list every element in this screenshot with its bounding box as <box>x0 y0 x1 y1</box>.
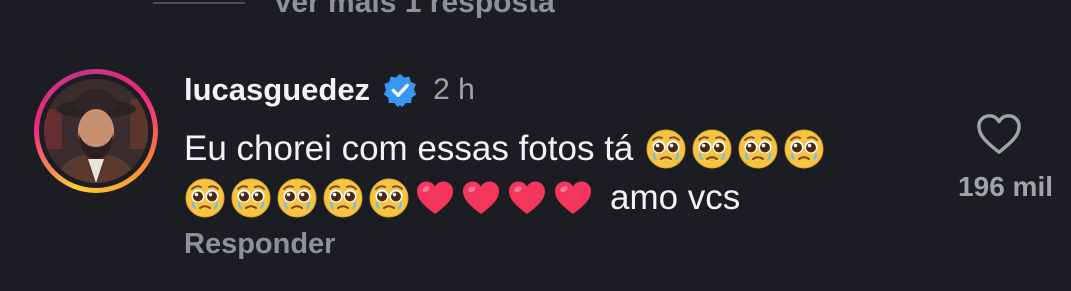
red-heart-emoji <box>506 177 548 219</box>
verified-badge-icon <box>382 72 418 108</box>
view-more-replies-button[interactable]: Ver mais 1 resposta <box>273 0 555 20</box>
like-button[interactable] <box>976 112 1022 156</box>
pleading-face-emoji <box>368 177 410 219</box>
pleading-face-emoji <box>645 128 687 170</box>
username-link[interactable]: lucasguedez <box>184 72 370 108</box>
comment-text-line-2: amo vcs <box>610 178 741 217</box>
pleading-face-emoji <box>276 177 318 219</box>
like-count: 196 mil <box>958 171 1053 202</box>
avatar[interactable] <box>34 69 158 193</box>
red-heart-emoji <box>552 177 594 219</box>
heart-outline-icon <box>977 114 1021 154</box>
comment-timestamp: 2 h <box>433 73 475 106</box>
pleading-face-emoji <box>783 128 825 170</box>
red-heart-emoji <box>460 177 502 219</box>
avatar-ring-gap <box>39 74 153 188</box>
comment-text: Eu chorei com essas fotos tá amo vcs <box>184 124 904 222</box>
thread-connector-line <box>153 2 245 4</box>
avatar-photo <box>44 79 148 183</box>
pleading-face-emoji <box>322 177 364 219</box>
comment-line-2: amo vcs <box>184 173 904 222</box>
pleading-face-emoji <box>230 177 272 219</box>
comment-screen: Ver mais 1 resposta lucasguedez 2 h Eu c… <box>0 0 1071 291</box>
red-heart-emoji <box>414 177 456 219</box>
pleading-face-emoji <box>737 128 779 170</box>
comment-header: lucasguedez 2 h <box>184 70 475 110</box>
reply-button[interactable]: Responder <box>184 228 335 261</box>
pleading-face-emoji <box>691 128 733 170</box>
comment-text-line-1: Eu chorei com essas fotos tá <box>184 129 634 168</box>
pleading-face-emoji <box>184 177 226 219</box>
comment-line-1: Eu chorei com essas fotos tá <box>184 124 904 173</box>
